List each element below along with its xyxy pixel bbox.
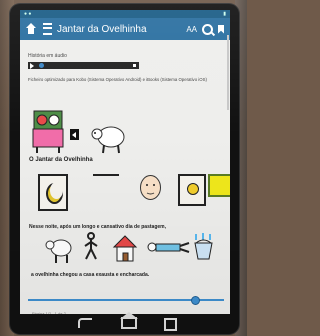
tired-person-icon [147, 242, 190, 253]
android-navigation-bar [20, 312, 230, 331]
recent-apps-icon[interactable] [164, 318, 177, 331]
story-title: O Jantar da Ovelhinha [29, 157, 93, 163]
page-title: Jantar da Ovelhinha [57, 23, 147, 35]
scrollbar[interactable] [227, 35, 229, 110]
sheep-image [91, 126, 125, 154]
home-icon[interactable] [25, 23, 37, 35]
home-button-icon[interactable] [120, 312, 138, 329]
audio-player[interactable] [28, 62, 139, 69]
status-icons: ● ● [24, 11, 32, 17]
stop-icon[interactable] [133, 64, 136, 67]
story-sentence-2: a ovelhinha chegou a casa exausta e ench… [31, 272, 150, 278]
bookmark-icon[interactable] [218, 24, 224, 34]
reading-progress-handle[interactable] [191, 296, 200, 305]
pasture-icon [208, 174, 230, 197]
battery-icon: ▮ [223, 11, 226, 17]
sheep-icon [45, 239, 72, 263]
moon-icon [38, 174, 68, 211]
app-actions: AA [186, 23, 224, 35]
audio-slider-knob[interactable] [39, 63, 44, 68]
audio-label: História em áudio [28, 53, 67, 59]
house-icon [112, 235, 138, 262]
text-size-button[interactable]: AA [186, 25, 197, 34]
water-bucket-icon [194, 233, 213, 260]
menu-icon[interactable] [43, 23, 52, 35]
dash-symbol [93, 174, 119, 176]
search-icon[interactable] [202, 23, 213, 35]
previous-page-icon[interactable] [70, 129, 79, 140]
device-note: Ficheiro optimizado para Kobo (Sistema O… [28, 77, 207, 82]
sun-icon [178, 174, 206, 206]
story-sentence-1: Nesse noite, após um longo e cansativo d… [29, 224, 166, 230]
status-bar: ● ● ▮ [20, 10, 230, 18]
play-icon[interactable] [30, 63, 34, 69]
dinner-table-image [32, 110, 64, 153]
walking-person-icon [84, 232, 98, 260]
ebook-screen: Jantar da Ovelhinha AA História em áudio… [20, 18, 230, 318]
face-icon [140, 175, 161, 200]
back-icon[interactable] [78, 318, 92, 328]
app-bar: Jantar da Ovelhinha AA [20, 18, 230, 40]
